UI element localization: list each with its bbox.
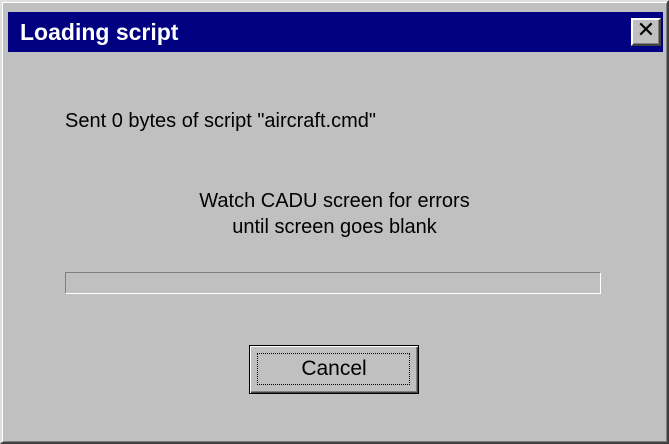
title-bar[interactable]: Loading script — [8, 12, 663, 52]
cancel-button-label: Cancel — [301, 357, 367, 380]
watch-message-line-1: Watch CADU screen for errors — [199, 190, 470, 212]
watch-cadu-message: Watch CADU screen for errors until scree… — [2, 188, 667, 240]
window-title: Loading script — [20, 19, 179, 45]
sent-bytes-message: Sent 0 bytes of script "aircraft.cmd" — [65, 110, 376, 132]
watch-message-line-2: until screen goes blank — [232, 216, 437, 238]
cancel-button[interactable]: Cancel — [249, 345, 419, 394]
progress-bar — [65, 272, 601, 294]
close-button[interactable]: ✕ — [631, 18, 661, 46]
loading-script-dialog: Loading script ✕ Sent 0 bytes of script … — [0, 0, 669, 444]
close-icon: ✕ — [636, 18, 656, 43]
